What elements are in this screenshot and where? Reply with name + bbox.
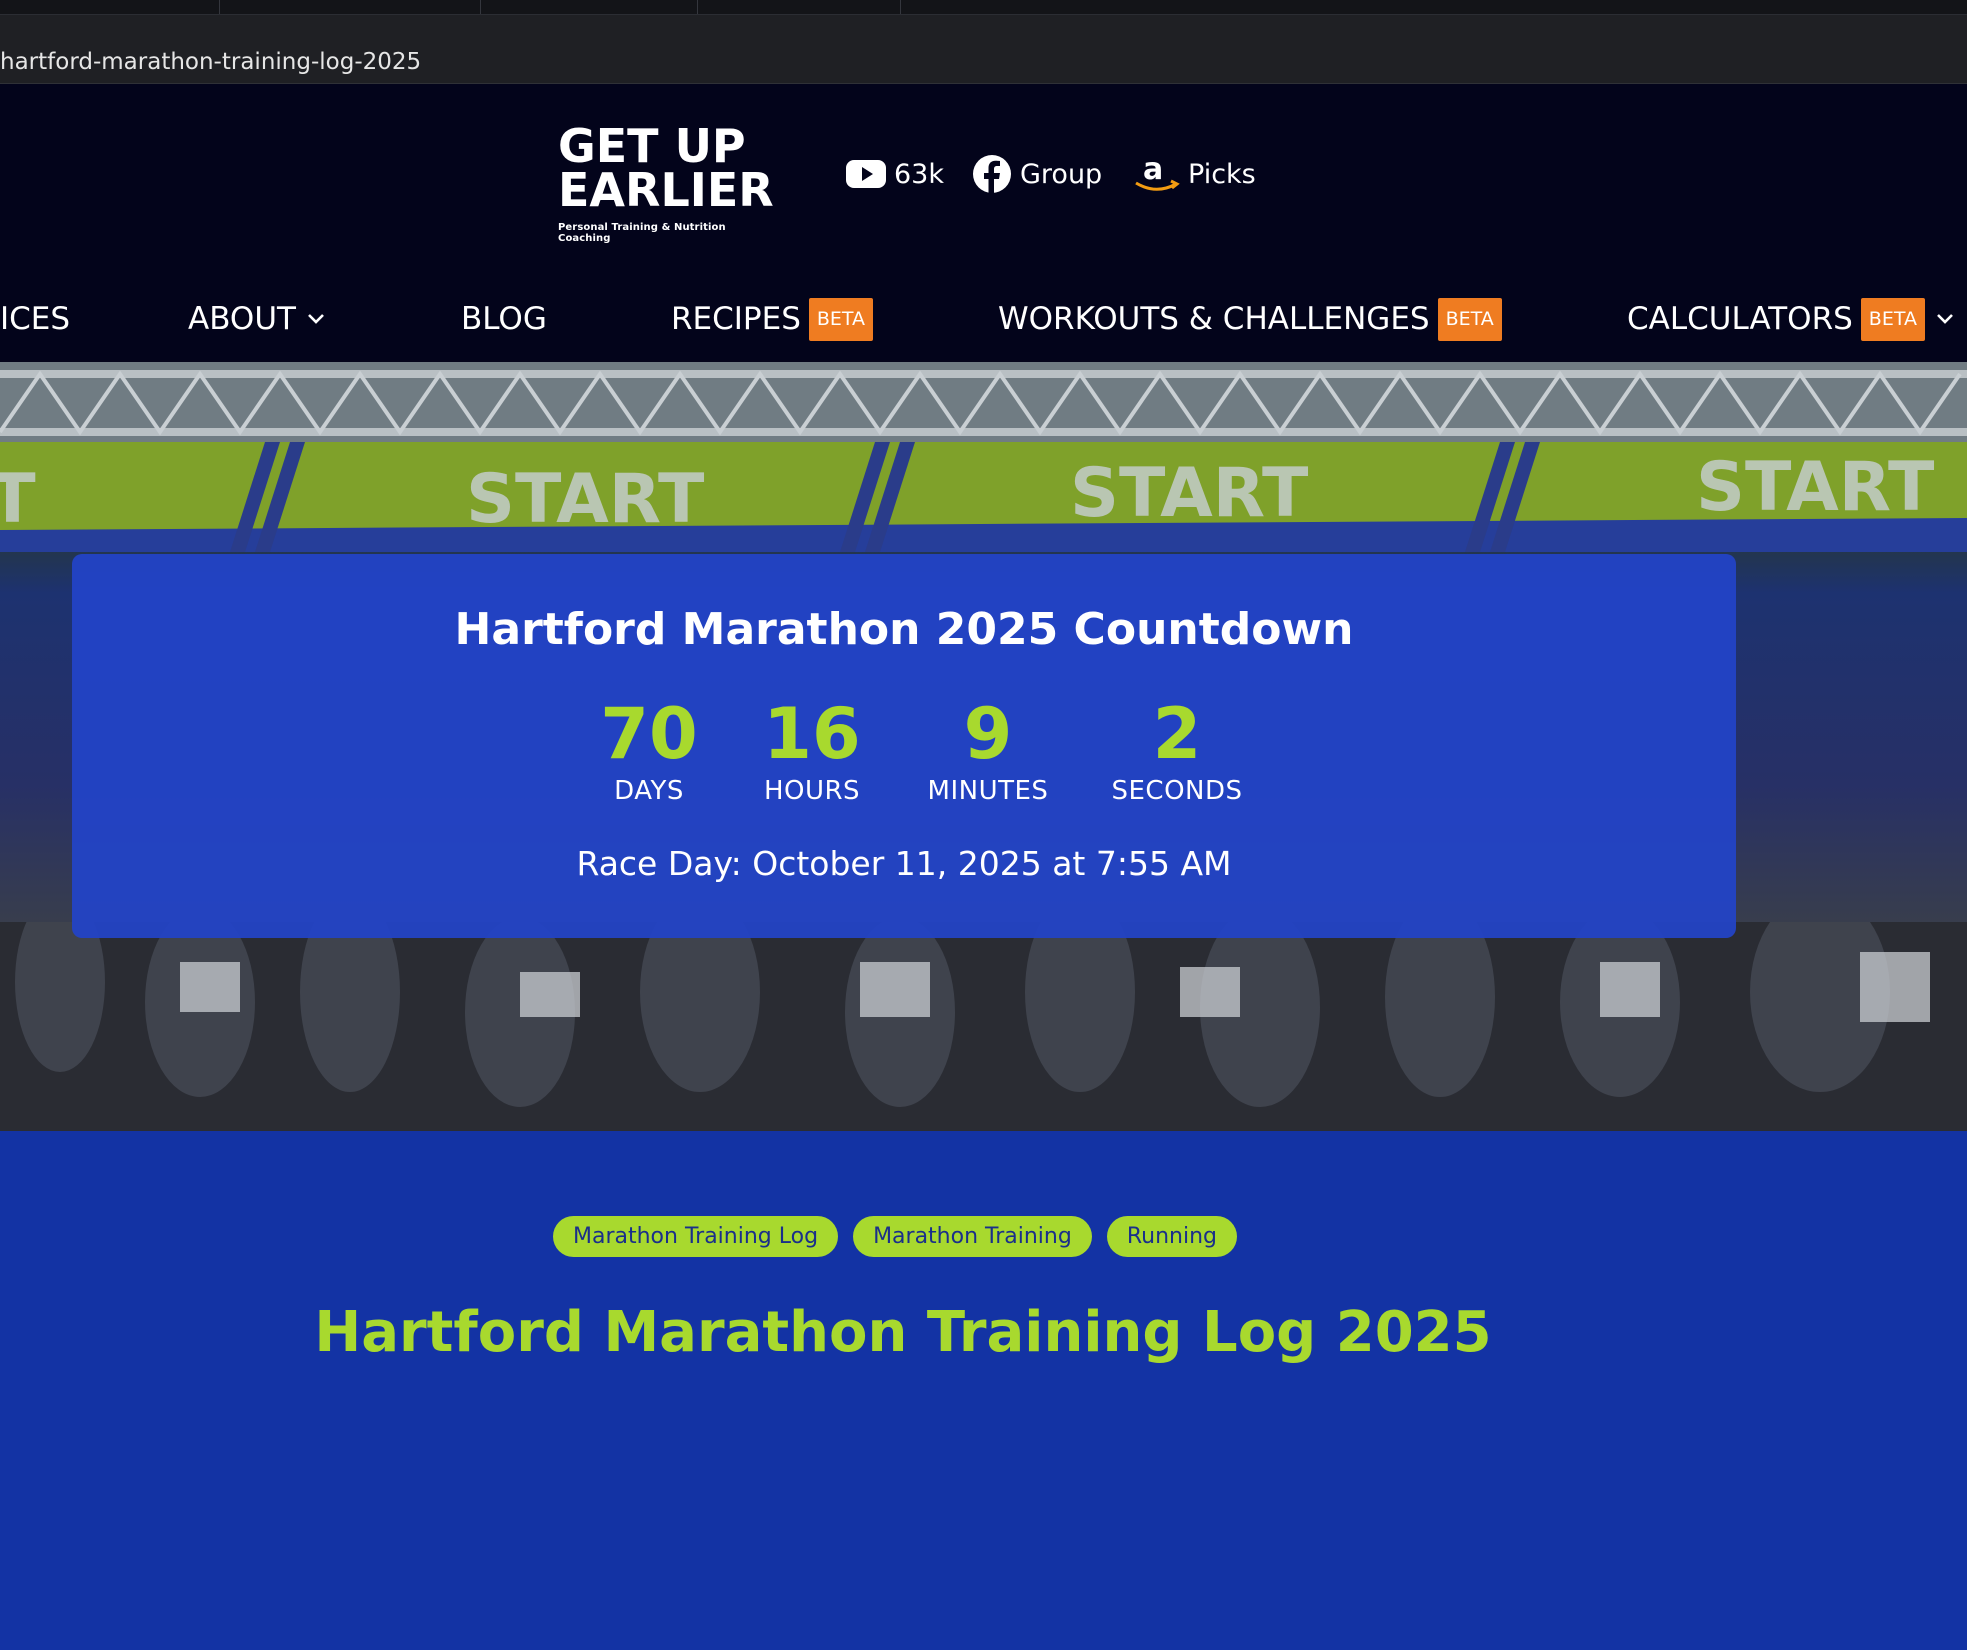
youtube-link[interactable]: 63k — [846, 154, 944, 194]
runners-crowd — [0, 922, 1967, 1131]
finish-truss — [0, 362, 1967, 452]
amazon-picks-link[interactable]: a Picks — [1132, 153, 1256, 194]
address-bar[interactable]: hartford-marathon-training-log-2025 — [0, 15, 1967, 84]
nav-workouts-label: WORKOUTS & CHALLENGES — [998, 301, 1430, 337]
site-logo[interactable]: GET UP EARLIER Personal Training & Nutri… — [558, 119, 778, 244]
svg-text:START: START — [1070, 454, 1309, 533]
countdown-card: Hartford Marathon 2025 Countdown 70 DAYS… — [72, 554, 1736, 938]
countdown-hours-value: 16 — [763, 693, 861, 775]
logo-line-1: GET UP — [558, 119, 746, 173]
countdown-hours-label: HOURS — [763, 776, 861, 806]
youtube-count: 63k — [894, 158, 944, 190]
nav-services-label: ICES — [0, 301, 71, 337]
amazon-icon: a — [1135, 153, 1180, 191]
chevron-down-icon — [308, 314, 324, 324]
amazon-label: Picks — [1188, 158, 1256, 190]
svg-text:START: START — [1696, 448, 1935, 527]
url-text[interactable]: hartford-marathon-training-log-2025 — [0, 49, 421, 75]
nav-about-label: ABOUT — [188, 301, 296, 337]
tag-marathon-training[interactable]: Marathon Training — [853, 1216, 1092, 1257]
countdown-days-label: DAYS — [614, 776, 684, 806]
tab-separator — [219, 0, 220, 14]
countdown-minutes: 9 MINUTES — [888, 694, 1088, 806]
youtube-icon — [846, 160, 886, 188]
nav-recipes-label: RECIPES — [671, 301, 801, 337]
tag-running[interactable]: Running — [1106, 1216, 1237, 1257]
start-banner: RT START START START — [0, 442, 1967, 552]
countdown-minutes-label: MINUTES — [927, 776, 1049, 806]
countdown-minutes-value: 9 — [963, 693, 1013, 775]
beta-badge: BETA — [1437, 297, 1502, 341]
svg-text:START: START — [466, 460, 705, 539]
beta-badge: BETA — [1860, 297, 1925, 341]
countdown-hours: 16 HOURS — [722, 694, 902, 806]
nav-services[interactable]: ICES — [0, 294, 70, 344]
countdown-seconds-label: SECONDS — [1111, 776, 1243, 806]
countdown-seconds: 2 SECONDS — [1072, 694, 1282, 806]
countdown-seconds-value: 2 — [1152, 693, 1202, 775]
facebook-icon — [973, 155, 1011, 194]
svg-text:RT: RT — [0, 460, 36, 539]
nav-calculators-label: CALCULATORS — [1627, 301, 1853, 337]
tab-separator — [697, 0, 698, 14]
tab-separator — [900, 0, 901, 14]
tab-separator — [480, 0, 481, 14]
logo-line-2: EARLIER — [558, 163, 774, 217]
facebook-label: Group — [1020, 158, 1103, 190]
tag-marathon-training-log[interactable]: Marathon Training Log — [553, 1216, 839, 1257]
logo-tagline: Personal Training & Nutrition Coaching — [558, 222, 726, 244]
nav-workouts-challenges[interactable]: WORKOUTS & CHALLENGES BETA — [998, 294, 1502, 344]
countdown-title: Hartford Marathon 2025 Countdown — [454, 604, 1354, 655]
chevron-down-icon — [1937, 314, 1953, 324]
svg-text:a: a — [1143, 153, 1163, 187]
nav-about[interactable]: ABOUT — [188, 294, 326, 344]
nav-recipes[interactable]: RECIPES BETA — [671, 294, 874, 344]
browser-tabstrip — [0, 0, 1967, 15]
tag-list: Marathon Training Log Marathon Training … — [553, 1216, 1237, 1257]
race-day-text: Race Day: October 11, 2025 at 7:55 AM — [576, 844, 1232, 883]
page-title: Hartford Marathon Training Log 2025 — [314, 1300, 1492, 1365]
nav-blog-label: BLOG — [461, 301, 547, 337]
countdown-days-value: 70 — [600, 693, 698, 775]
beta-badge: BETA — [808, 297, 874, 341]
site-header: GET UP EARLIER Personal Training & Nutri… — [0, 84, 1967, 362]
nav-blog[interactable]: BLOG — [461, 294, 547, 344]
nav-calculators[interactable]: CALCULATORS BETA — [1627, 294, 1955, 344]
facebook-group-link[interactable]: Group — [972, 154, 1102, 194]
countdown-days: 70 DAYS — [574, 694, 724, 806]
